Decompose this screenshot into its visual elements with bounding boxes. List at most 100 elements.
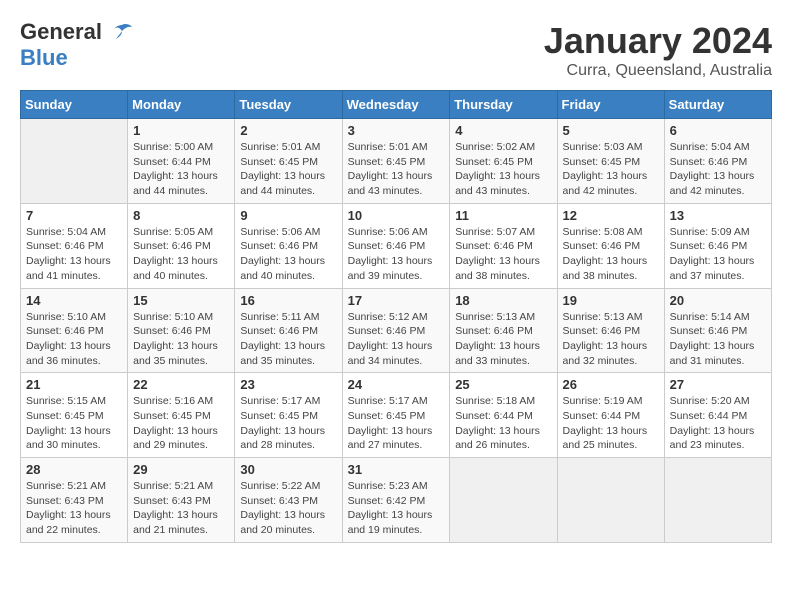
- day-number: 5: [563, 123, 659, 138]
- day-number: 7: [26, 208, 122, 223]
- day-info: Sunrise: 5:03 AM Sunset: 6:45 PM Dayligh…: [563, 140, 659, 199]
- calendar-cell: 10 Sunrise: 5:06 AM Sunset: 6:46 PM Dayli…: [342, 203, 450, 288]
- day-number: 19: [563, 293, 659, 308]
- calendar-cell: 20Sunrise: 5:14 AM Sunset: 6:46 PM Dayli…: [664, 288, 771, 373]
- calendar-cell: 13 Sunrise: 5:09 AM Sunset: 6:46 PM Dayli…: [664, 203, 771, 288]
- day-info: Sunrise: 5:01 AM Sunset: 6:45 PM Dayligh…: [240, 140, 336, 199]
- calendar-cell: [664, 458, 771, 543]
- logo-general: General: [20, 19, 102, 44]
- day-info: Sunrise: 5:17 AM Sunset: 6:45 PM Dayligh…: [240, 394, 336, 453]
- day-info: Sunrise: 5:16 AM Sunset: 6:45 PM Dayligh…: [133, 394, 229, 453]
- calendar-cell: 23 Sunrise: 5:17 AM Sunset: 6:45 PM Dayli…: [235, 373, 342, 458]
- day-number: 3: [348, 123, 445, 138]
- day-number: 30: [240, 462, 336, 477]
- day-number: 21: [26, 377, 122, 392]
- day-info: Sunrise: 5:13 AM Sunset: 6:46 PM Dayligh…: [455, 310, 551, 369]
- calendar-cell: 30 Sunrise: 5:22 AM Sunset: 6:43 PM Dayli…: [235, 458, 342, 543]
- calendar-cell: 22 Sunrise: 5:16 AM Sunset: 6:45 PM Dayli…: [128, 373, 235, 458]
- day-number: 6: [670, 123, 766, 138]
- day-number: 23: [240, 377, 336, 392]
- day-number: 26: [563, 377, 659, 392]
- calendar-table: SundayMondayTuesdayWednesdayThursdayFrid…: [20, 90, 772, 543]
- location: Curra, Queensland, Australia: [544, 62, 772, 80]
- day-number: 15: [133, 293, 229, 308]
- weekday-header-friday: Friday: [557, 91, 664, 119]
- day-number: 16: [240, 293, 336, 308]
- weekday-header-sunday: Sunday: [21, 91, 128, 119]
- calendar-cell: 12 Sunrise: 5:08 AM Sunset: 6:46 PM Dayli…: [557, 203, 664, 288]
- day-info: Sunrise: 5:08 AM Sunset: 6:46 PM Dayligh…: [563, 225, 659, 284]
- day-number: 28: [26, 462, 122, 477]
- logo-blue: Blue: [20, 45, 134, 71]
- day-number: 2: [240, 123, 336, 138]
- weekday-header-thursday: Thursday: [450, 91, 557, 119]
- logo: General Blue: [20, 20, 134, 71]
- day-number: 29: [133, 462, 229, 477]
- day-number: 8: [133, 208, 229, 223]
- calendar-week-1: 1Sunrise: 5:00 AM Sunset: 6:44 PM Daylig…: [21, 119, 772, 204]
- calendar-cell: 17Sunrise: 5:12 AM Sunset: 6:46 PM Dayli…: [342, 288, 450, 373]
- day-number: 31: [348, 462, 445, 477]
- calendar-cell: 28 Sunrise: 5:21 AM Sunset: 6:43 PM Dayli…: [21, 458, 128, 543]
- day-number: 17: [348, 293, 445, 308]
- title-block: January 2024 Curra, Queensland, Australi…: [544, 20, 772, 80]
- calendar-cell: 31 Sunrise: 5:23 AM Sunset: 6:42 PM Dayli…: [342, 458, 450, 543]
- calendar-cell: [450, 458, 557, 543]
- calendar-cell: 3Sunrise: 5:01 AM Sunset: 6:45 PM Daylig…: [342, 119, 450, 204]
- calendar-cell: 11Sunrise: 5:07 AM Sunset: 6:46 PM Dayli…: [450, 203, 557, 288]
- day-info: Sunrise: 5:06 AM Sunset: 6:46 PM Dayligh…: [348, 225, 445, 284]
- calendar-cell: 8Sunrise: 5:05 AM Sunset: 6:46 PM Daylig…: [128, 203, 235, 288]
- calendar-cell: 4 Sunrise: 5:02 AM Sunset: 6:45 PM Daylig…: [450, 119, 557, 204]
- day-number: 13: [670, 208, 766, 223]
- weekday-header-tuesday: Tuesday: [235, 91, 342, 119]
- day-info: Sunrise: 5:21 AM Sunset: 6:43 PM Dayligh…: [133, 479, 229, 538]
- day-info: Sunrise: 5:07 AM Sunset: 6:46 PM Dayligh…: [455, 225, 551, 284]
- day-number: 20: [670, 293, 766, 308]
- calendar-cell: 2 Sunrise: 5:01 AM Sunset: 6:45 PM Daylig…: [235, 119, 342, 204]
- calendar-cell: 18 Sunrise: 5:13 AM Sunset: 6:46 PM Dayli…: [450, 288, 557, 373]
- calendar-cell: [21, 119, 128, 204]
- day-info: Sunrise: 5:18 AM Sunset: 6:44 PM Dayligh…: [455, 394, 551, 453]
- day-number: 10: [348, 208, 445, 223]
- day-number: 1: [133, 123, 229, 138]
- page-header: General Blue January 2024 Curra, Queensl…: [20, 20, 772, 80]
- month-title: January 2024: [544, 20, 772, 62]
- day-info: Sunrise: 5:04 AM Sunset: 6:46 PM Dayligh…: [670, 140, 766, 199]
- calendar-week-2: 7Sunrise: 5:04 AM Sunset: 6:46 PM Daylig…: [21, 203, 772, 288]
- calendar-cell: 15 Sunrise: 5:10 AM Sunset: 6:46 PM Dayli…: [128, 288, 235, 373]
- calendar-cell: 16 Sunrise: 5:11 AM Sunset: 6:46 PM Dayli…: [235, 288, 342, 373]
- day-info: Sunrise: 5:21 AM Sunset: 6:43 PM Dayligh…: [26, 479, 122, 538]
- day-number: 22: [133, 377, 229, 392]
- calendar-cell: 7Sunrise: 5:04 AM Sunset: 6:46 PM Daylig…: [21, 203, 128, 288]
- day-info: Sunrise: 5:11 AM Sunset: 6:46 PM Dayligh…: [240, 310, 336, 369]
- calendar-cell: 27 Sunrise: 5:20 AM Sunset: 6:44 PM Dayli…: [664, 373, 771, 458]
- calendar-cell: 5 Sunrise: 5:03 AM Sunset: 6:45 PM Daylig…: [557, 119, 664, 204]
- weekday-header-monday: Monday: [128, 91, 235, 119]
- day-number: 18: [455, 293, 551, 308]
- day-info: Sunrise: 5:13 AM Sunset: 6:46 PM Dayligh…: [563, 310, 659, 369]
- day-info: Sunrise: 5:15 AM Sunset: 6:45 PM Dayligh…: [26, 394, 122, 453]
- calendar-cell: [557, 458, 664, 543]
- calendar-cell: 24Sunrise: 5:17 AM Sunset: 6:45 PM Dayli…: [342, 373, 450, 458]
- day-number: 4: [455, 123, 551, 138]
- day-info: Sunrise: 5:09 AM Sunset: 6:46 PM Dayligh…: [670, 225, 766, 284]
- day-info: Sunrise: 5:20 AM Sunset: 6:44 PM Dayligh…: [670, 394, 766, 453]
- logo-bird-icon: [110, 21, 134, 45]
- day-info: Sunrise: 5:10 AM Sunset: 6:46 PM Dayligh…: [133, 310, 229, 369]
- day-info: Sunrise: 5:17 AM Sunset: 6:45 PM Dayligh…: [348, 394, 445, 453]
- day-info: Sunrise: 5:10 AM Sunset: 6:46 PM Dayligh…: [26, 310, 122, 369]
- calendar-cell: 6 Sunrise: 5:04 AM Sunset: 6:46 PM Daylig…: [664, 119, 771, 204]
- calendar-cell: 1Sunrise: 5:00 AM Sunset: 6:44 PM Daylig…: [128, 119, 235, 204]
- weekday-header-saturday: Saturday: [664, 91, 771, 119]
- calendar-cell: 14 Sunrise: 5:10 AM Sunset: 6:46 PM Dayli…: [21, 288, 128, 373]
- day-number: 27: [670, 377, 766, 392]
- day-info: Sunrise: 5:23 AM Sunset: 6:42 PM Dayligh…: [348, 479, 445, 538]
- day-number: 14: [26, 293, 122, 308]
- day-info: Sunrise: 5:22 AM Sunset: 6:43 PM Dayligh…: [240, 479, 336, 538]
- calendar-week-4: 21 Sunrise: 5:15 AM Sunset: 6:45 PM Dayli…: [21, 373, 772, 458]
- day-info: Sunrise: 5:02 AM Sunset: 6:45 PM Dayligh…: [455, 140, 551, 199]
- calendar-cell: 29 Sunrise: 5:21 AM Sunset: 6:43 PM Dayli…: [128, 458, 235, 543]
- weekday-header-wednesday: Wednesday: [342, 91, 450, 119]
- day-number: 12: [563, 208, 659, 223]
- calendar-week-3: 14 Sunrise: 5:10 AM Sunset: 6:46 PM Dayli…: [21, 288, 772, 373]
